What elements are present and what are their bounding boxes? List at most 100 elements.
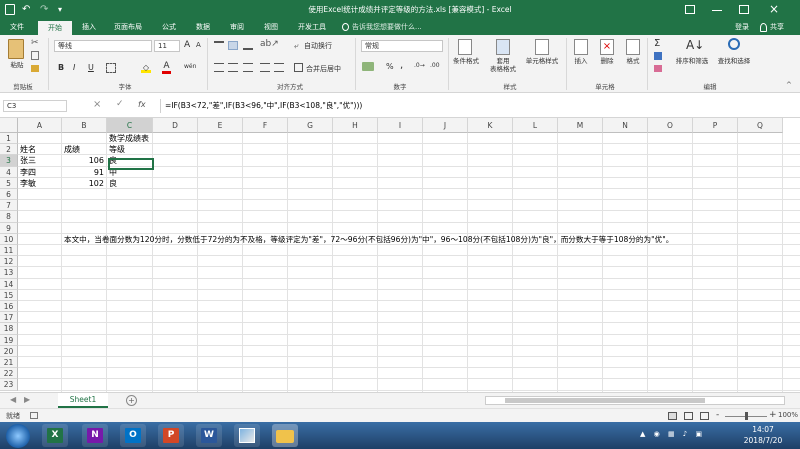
merge-center-button[interactable]: 合并后居中 — [306, 64, 341, 74]
row-header-11[interactable]: 11 — [0, 245, 18, 257]
tab-formulas[interactable]: 公式 — [154, 20, 184, 35]
column-header-K[interactable]: K — [468, 118, 513, 133]
row-header-16[interactable]: 16 — [0, 301, 18, 313]
row-header-9[interactable]: 9 — [0, 222, 18, 234]
font-grow-icon[interactable]: A — [184, 40, 190, 50]
conditional-format-button[interactable]: 条件格式 — [448, 57, 484, 65]
format-cells-button[interactable]: 格式 — [622, 57, 644, 65]
cell-C5[interactable]: 良 — [109, 178, 117, 189]
font-color-icon[interactable]: A — [162, 62, 171, 74]
row-header-4[interactable]: 4 — [0, 166, 18, 178]
row-header-15[interactable]: 15 — [0, 289, 18, 301]
save-icon[interactable] — [5, 4, 15, 15]
clear-icon[interactable] — [654, 65, 662, 72]
word-icon[interactable]: W — [196, 424, 222, 447]
phonetic-icon[interactable]: wén — [184, 63, 196, 70]
insert-cells-icon[interactable] — [574, 39, 588, 55]
row-header-14[interactable]: 14 — [0, 278, 18, 290]
excel-icon[interactable]: X — [42, 424, 68, 447]
minimize-icon[interactable] — [712, 10, 722, 11]
align-top-icon[interactable] — [214, 41, 224, 50]
paint-icon[interactable] — [234, 424, 260, 447]
decrease-indent-icon[interactable] — [260, 63, 270, 72]
copy-icon[interactable] — [31, 51, 39, 60]
tab-page-layout[interactable]: 页面布局 — [106, 20, 150, 35]
name-box[interactable]: C3 — [3, 100, 67, 112]
decrease-decimal-icon[interactable]: .00 — [430, 62, 440, 69]
orientation-icon[interactable]: ab↗ — [260, 39, 279, 49]
align-middle-icon[interactable] — [228, 41, 238, 50]
format-as-table-button[interactable]: 套用 表格格式 — [484, 57, 522, 73]
insert-function-button[interactable]: fx — [138, 100, 146, 109]
column-header-Q[interactable]: Q — [738, 118, 783, 133]
maximize-icon[interactable] — [739, 5, 749, 14]
row-header-18[interactable]: 18 — [0, 323, 18, 335]
onenote-icon[interactable]: N — [82, 424, 108, 447]
zoom-slider-thumb[interactable] — [745, 412, 748, 420]
cell-B3[interactable]: 106 — [62, 155, 104, 166]
row-header-3[interactable]: 3 — [0, 155, 18, 167]
autosum-button[interactable]: Σ — [654, 38, 660, 49]
column-header-O[interactable]: O — [648, 118, 693, 133]
zoom-level[interactable]: 100% — [778, 411, 798, 419]
column-header-A[interactable]: A — [18, 118, 62, 133]
row-header-8[interactable]: 8 — [0, 211, 18, 223]
clock-time[interactable]: 14:07 — [738, 425, 788, 434]
row-header-21[interactable]: 21 — [0, 357, 18, 369]
sort-filter-icon[interactable]: A↓ — [686, 38, 704, 52]
font-size-select[interactable]: 11 — [154, 40, 180, 52]
row-header-2[interactable]: 2 — [0, 144, 18, 156]
tab-home[interactable]: 开始 — [38, 21, 72, 35]
bold-button[interactable]: B — [58, 63, 64, 72]
format-table-icon[interactable] — [496, 39, 510, 55]
redo-icon[interactable]: ↷ — [40, 3, 52, 16]
cell-A2[interactable]: 姓名 — [20, 144, 36, 155]
cell-A5[interactable]: 李敏 — [20, 178, 36, 189]
prev-sheet-icon[interactable]: ◀ — [10, 395, 16, 404]
row-header-10[interactable]: 10 — [0, 233, 18, 245]
tell-me-box[interactable]: 告诉我您想要做什么... — [352, 22, 422, 33]
column-header-F[interactable]: F — [243, 118, 288, 133]
column-header-N[interactable]: N — [603, 118, 648, 133]
add-sheet-button[interactable]: + — [126, 395, 137, 406]
cell-styles-button[interactable]: 单元格样式 — [520, 57, 564, 65]
merge-center-icon[interactable] — [294, 63, 303, 72]
powerpoint-icon[interactable]: P — [158, 424, 184, 447]
align-left-icon[interactable] — [214, 63, 224, 72]
increase-indent-icon[interactable] — [274, 63, 284, 72]
tab-data[interactable]: 数据 — [188, 20, 218, 35]
currency-icon[interactable] — [362, 62, 374, 71]
paste-icon[interactable] — [8, 39, 24, 59]
restore-icon[interactable] — [685, 5, 695, 14]
number-format-select[interactable]: 常规 — [361, 40, 443, 52]
record-macro-icon[interactable] — [30, 412, 38, 419]
find-select-button[interactable]: 查找和选择 — [712, 57, 756, 65]
cell-B5[interactable]: 102 — [62, 178, 104, 189]
column-header-B[interactable]: B — [62, 118, 107, 133]
column-header-P[interactable]: P — [693, 118, 738, 133]
fill-color-icon[interactable]: ◇ — [141, 63, 151, 73]
row-header-12[interactable]: 12 — [0, 256, 18, 268]
find-select-icon[interactable] — [728, 38, 740, 50]
cell-B10[interactable]: 本文中，当卷面分数为120分时，分数低于72分的为不及格，等级评定为"差"，72… — [64, 234, 673, 245]
cell-styles-icon[interactable] — [535, 39, 549, 55]
row-header-19[interactable]: 19 — [0, 334, 18, 346]
sign-in-link[interactable]: 登录 — [735, 22, 749, 33]
row-header-17[interactable]: 17 — [0, 312, 18, 324]
column-header-G[interactable]: G — [288, 118, 333, 133]
normal-view-icon[interactable] — [668, 412, 677, 420]
cut-icon[interactable]: ✂ — [31, 38, 39, 48]
row-header-22[interactable]: 22 — [0, 368, 18, 380]
tab-view[interactable]: 视图 — [256, 20, 286, 35]
customize-icon[interactable]: ▾ — [58, 3, 68, 16]
page-layout-view-icon[interactable] — [684, 412, 693, 420]
share-icon[interactable] — [760, 23, 767, 32]
share-button[interactable]: 共享 — [770, 22, 784, 33]
row-header-13[interactable]: 13 — [0, 267, 18, 279]
formula-enter-button[interactable]: ✓ — [116, 99, 124, 109]
percent-button[interactable]: % — [386, 62, 394, 71]
row-header-7[interactable]: 7 — [0, 200, 18, 212]
column-header-L[interactable]: L — [513, 118, 558, 133]
cell-B4[interactable]: 91 — [62, 167, 104, 178]
conditional-format-icon[interactable] — [458, 39, 472, 55]
